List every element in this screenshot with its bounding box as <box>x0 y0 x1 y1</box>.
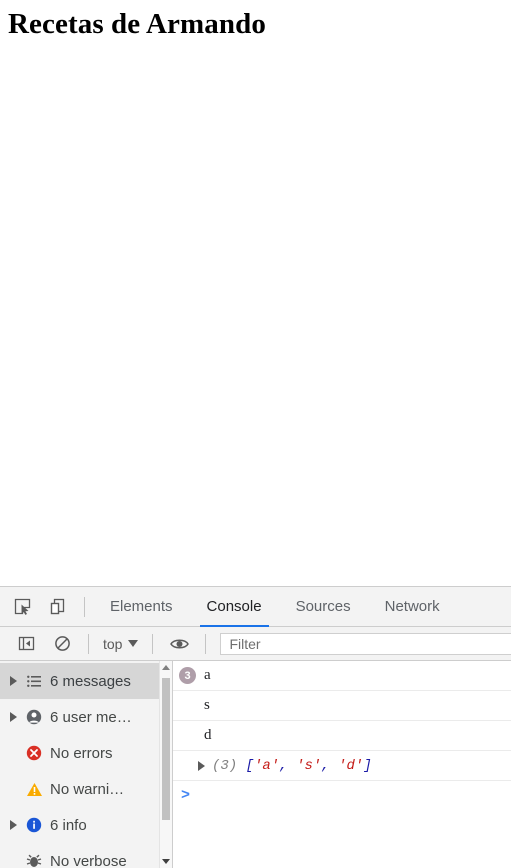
console-message-row[interactable]: s <box>173 691 511 721</box>
array-close-bracket: ] <box>363 757 372 774</box>
console-message-text: a <box>204 667 211 683</box>
array-length-label: (3) <box>212 757 238 774</box>
expand-triangle-icon[interactable] <box>8 676 18 686</box>
tab-sources[interactable]: Sources <box>279 587 368 626</box>
tab-elements[interactable]: Elements <box>93 587 190 626</box>
scroll-up-arrow-icon[interactable] <box>160 661 172 674</box>
expand-triangle-icon[interactable] <box>198 760 212 771</box>
console-context-selector[interactable]: top <box>97 636 144 652</box>
sidebar-item-user-messages[interactable]: 6 user me… <box>0 699 172 735</box>
person-icon <box>24 709 44 725</box>
expand-triangle-icon[interactable] <box>8 820 18 830</box>
sidebar-item-verbose[interactable]: No verbose <box>0 843 172 868</box>
expand-triangle-icon[interactable] <box>8 712 18 722</box>
page-title: Recetas de Armando <box>8 8 266 40</box>
warning-icon <box>24 782 44 797</box>
console-toolbar-divider-3 <box>205 633 207 654</box>
array-separator-0: , <box>279 757 297 774</box>
toolbar-divider <box>84 596 85 617</box>
message-repeat-badge: 3 <box>179 667 196 684</box>
sidebar-item-messages-label: 6 messages <box>50 672 131 690</box>
console-sidebar: 6 messages 6 user me… No errors No warni… <box>0 661 173 868</box>
console-message-text: d <box>204 727 212 743</box>
sidebar-item-info-label: 6 info <box>50 816 87 834</box>
array-open-bracket: [ <box>245 757 255 774</box>
tab-console[interactable]: Console <box>190 587 279 627</box>
inspect-element-icon <box>14 598 30 615</box>
tab-network[interactable]: Network <box>368 587 457 626</box>
clear-console-icon <box>54 636 70 651</box>
tab-sources-label: Sources <box>295 598 351 615</box>
tab-elements-label: Elements <box>110 598 173 615</box>
sidebar-item-messages[interactable]: 6 messages <box>0 663 172 699</box>
console-message-list: 3 a s d (3) ['a', 's', 'd'] > <box>173 661 511 868</box>
list-icon <box>24 675 44 688</box>
console-prompt-row[interactable]: > <box>173 781 511 809</box>
console-body: 6 messages 6 user me… No errors No warni… <box>0 661 511 868</box>
console-array-output: (3) ['a', 's', 'd'] <box>212 758 372 774</box>
console-prompt-chevron-icon: > <box>181 786 191 804</box>
clear-console-button[interactable] <box>44 635 80 652</box>
tab-network-label: Network <box>384 598 440 615</box>
console-context-label: top <box>103 635 123 652</box>
array-item-0: 'a' <box>254 757 280 774</box>
array-item-1: 's' <box>296 757 322 774</box>
live-expression-eye-icon <box>170 639 189 648</box>
console-filter-input[interactable] <box>220 632 511 655</box>
console-toolbar-divider-2 <box>152 633 154 654</box>
console-toolbar: top <box>0 627 511 661</box>
console-sidebar-toggle-icon <box>18 636 34 651</box>
devtools-panel: Elements Console Sources Network top Fil… <box>0 586 511 868</box>
console-sidebar-list: 6 messages 6 user me… No errors No warni… <box>0 661 172 868</box>
console-sidebar-toggle-button[interactable] <box>8 635 44 652</box>
device-toolbar-button[interactable] <box>40 587 76 626</box>
console-message-text: s <box>204 697 210 713</box>
sidebar-scrollbar[interactable] <box>159 661 172 868</box>
console-toolbar-divider-1 <box>88 633 89 654</box>
sidebar-item-user-messages-label: 6 user me… <box>50 708 132 726</box>
page-viewport: Recetas de Armando <box>0 0 511 586</box>
device-toolbar-icon <box>50 598 65 614</box>
array-separator-1: , <box>321 757 339 774</box>
sidebar-item-warnings-label: No warni… <box>50 780 125 798</box>
console-array-row[interactable]: (3) ['a', 's', 'd'] <box>173 751 511 781</box>
sidebar-item-errors-label: No errors <box>50 744 113 762</box>
chevron-down-icon <box>128 640 139 647</box>
scroll-down-arrow-icon[interactable] <box>160 855 172 868</box>
bug-icon <box>24 854 44 868</box>
sidebar-item-info[interactable]: 6 info <box>0 807 172 843</box>
console-message-row[interactable]: d <box>173 721 511 751</box>
sidebar-scrollbar-thumb[interactable] <box>162 678 170 820</box>
live-expression-button[interactable] <box>161 637 197 651</box>
array-space <box>237 758 245 774</box>
sidebar-item-errors[interactable]: No errors <box>0 735 172 771</box>
devtools-screenshot: Recetas de Armando Elements Console Sour… <box>0 0 511 868</box>
devtools-tabs: Elements Console Sources Network <box>93 587 457 627</box>
sidebar-item-warnings[interactable]: No warni… <box>0 771 172 807</box>
console-message-row[interactable]: 3 a <box>173 661 511 691</box>
error-icon <box>24 745 44 761</box>
devtools-tabbar: Elements Console Sources Network <box>0 587 511 627</box>
inspect-element-button[interactable] <box>4 587 40 626</box>
sidebar-item-verbose-label: No verbose <box>50 852 127 868</box>
array-item-2: 'd' <box>338 757 364 774</box>
info-icon <box>24 817 44 833</box>
tab-console-label: Console <box>206 598 262 615</box>
